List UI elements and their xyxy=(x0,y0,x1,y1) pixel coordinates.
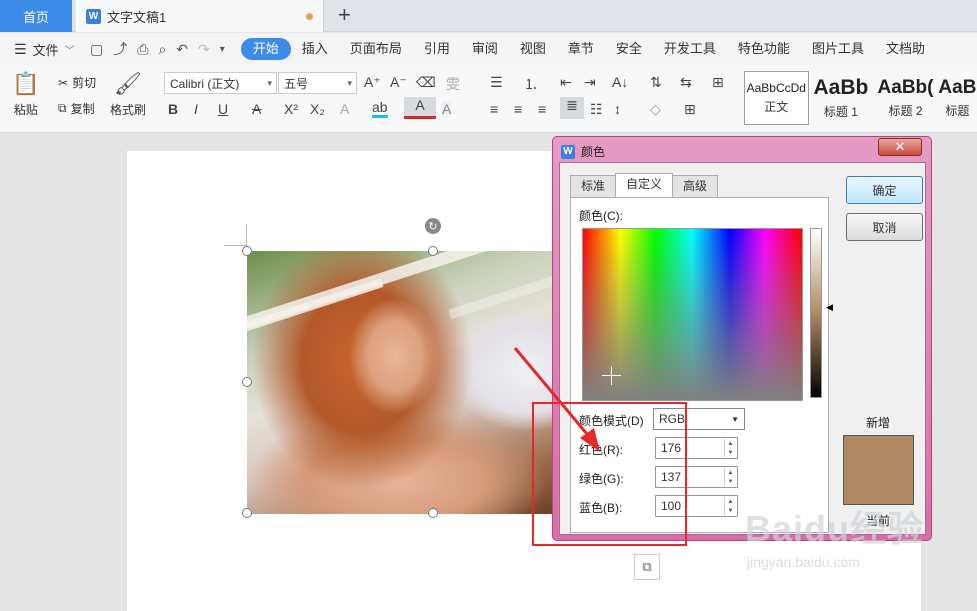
watermark-logo: Baidu经验 xyxy=(745,508,925,549)
watermark: Baidu经验 jingyan.baidu.com xyxy=(745,500,924,570)
watermark-url: jingyan.baidu.com xyxy=(747,554,860,570)
